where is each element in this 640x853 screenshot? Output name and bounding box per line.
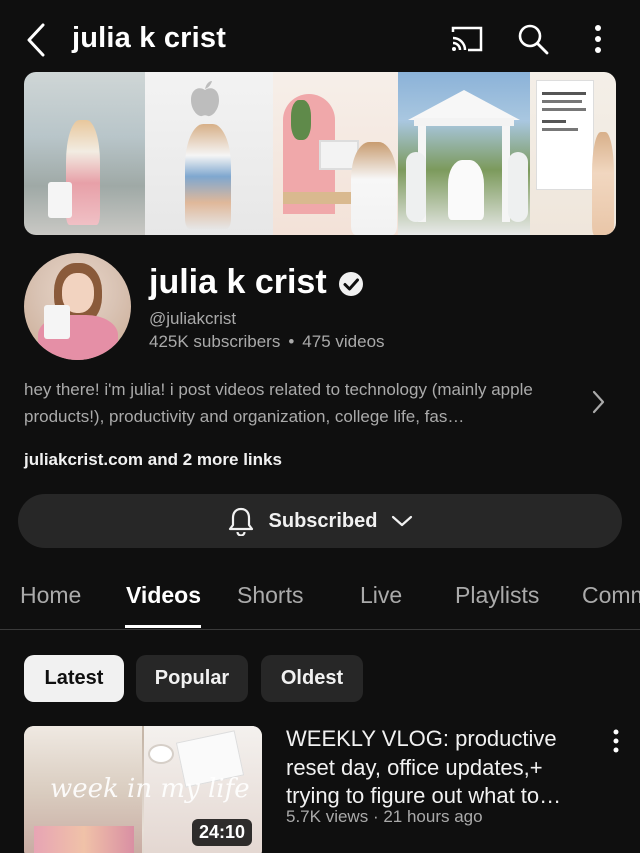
chevron-left-icon [27, 23, 45, 57]
banner-photo-apple-park [24, 72, 145, 235]
tab-videos[interactable]: Videos [126, 582, 201, 609]
more-options-button[interactable] [584, 22, 612, 56]
video-count: 475 videos [302, 332, 385, 351]
chevron-down-icon [392, 515, 413, 527]
tab-live[interactable]: Live [360, 582, 402, 609]
description-expand[interactable] [588, 388, 608, 416]
channel-description[interactable]: hey there! i'm julia! i post videos rela… [24, 376, 584, 430]
channel-banner [24, 72, 616, 235]
tab-playlists[interactable]: Playlists [455, 582, 539, 609]
subscribed-button[interactable]: Subscribed [18, 494, 622, 548]
filter-popular[interactable]: Popular [136, 655, 248, 702]
vertical-dots-icon [613, 729, 619, 753]
subscribed-label: Subscribed [268, 509, 378, 532]
channel-stats: 425K subscribers • 475 videos [149, 332, 385, 352]
back-button[interactable] [22, 22, 50, 58]
top-bar: julia k crist [0, 0, 640, 80]
tab-community[interactable]: Comm [582, 582, 640, 609]
stats-separator: • [288, 332, 295, 351]
video-menu-button[interactable] [606, 728, 626, 754]
verified-check-icon [339, 272, 363, 296]
filter-oldest[interactable]: Oldest [261, 655, 363, 702]
banner-photo-apple-event [530, 72, 616, 235]
channel-handle: @juliakcrist [149, 309, 237, 328]
channel-avatar[interactable] [24, 253, 131, 360]
video-meta-separator: · [372, 807, 379, 826]
channel-tabs: Home Videos Shorts Live Playlists Comm [0, 570, 640, 630]
channel-links[interactable]: juliakcrist.com and 2 more links [24, 450, 282, 470]
search-button[interactable] [516, 22, 550, 56]
vertical-dots-icon [595, 25, 601, 53]
banner-photo-desk [273, 72, 398, 235]
video-title[interactable]: WEEKLY VLOG: productive reset day, offic… [286, 725, 596, 811]
active-tab-indicator [125, 625, 201, 628]
tab-home[interactable]: Home [20, 582, 81, 609]
search-icon [518, 24, 549, 55]
page-title: julia k crist [72, 22, 227, 54]
verified-badge [338, 271, 364, 297]
video-duration: 24:10 [191, 819, 252, 846]
video-views: 5.7K views [286, 807, 369, 826]
tab-shorts[interactable]: Shorts [237, 582, 303, 609]
video-age: 21 hours ago [383, 807, 483, 826]
bell-icon [228, 507, 253, 536]
thumbnail-text: week in my life [50, 774, 250, 804]
chevron-right-icon [592, 390, 605, 414]
video-thumbnail[interactable]: week in my life 24:10 [24, 726, 262, 853]
cast-icon [451, 26, 483, 52]
video-meta: 5.7K views · 21 hours ago [286, 807, 483, 827]
cast-button[interactable] [450, 24, 484, 54]
banner-photo-apple-store [145, 72, 273, 235]
subscriber-count: 425K subscribers [149, 332, 281, 351]
filter-latest[interactable]: Latest [24, 655, 124, 702]
banner-photo-gazebo [398, 72, 530, 235]
channel-name: julia k crist [149, 263, 327, 301]
